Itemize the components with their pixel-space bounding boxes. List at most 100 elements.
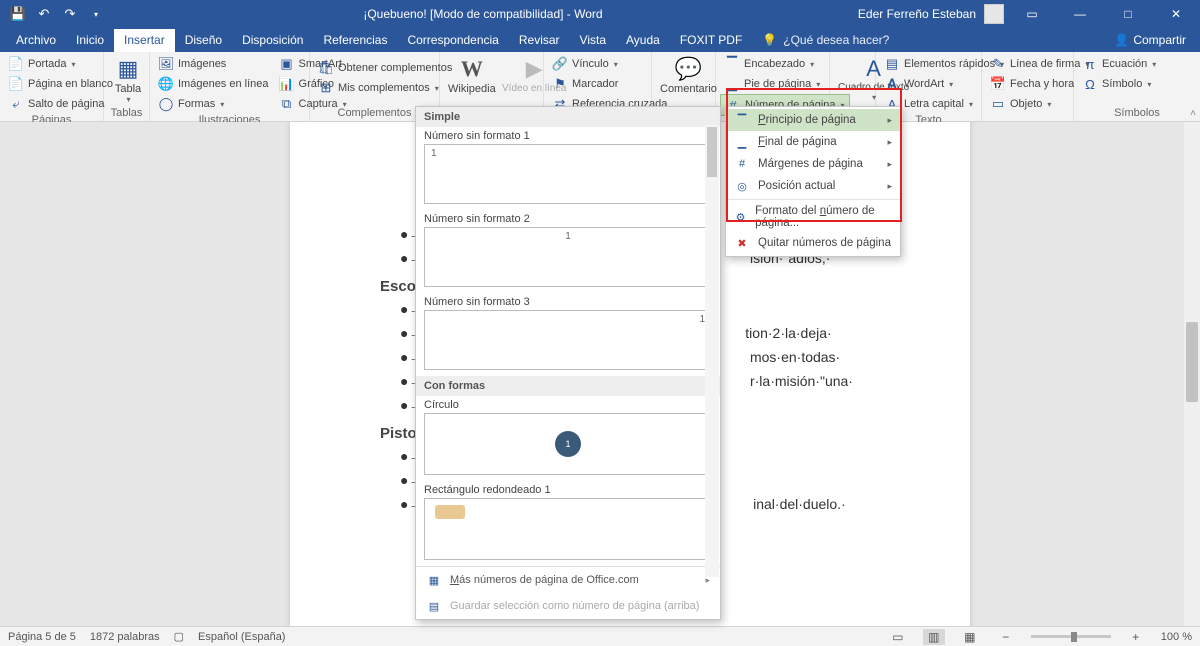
tab-inicio[interactable]: Inicio	[66, 29, 114, 52]
share-button[interactable]: 👤Compartir	[1100, 29, 1200, 52]
shapes-label: Formas	[178, 98, 215, 110]
gallery-item-roundrect[interactable]: Rectángulo redondeado 1	[416, 481, 720, 566]
gallery-item-plain2[interactable]: Número sin formato 2 1	[416, 210, 720, 293]
share-label: Compartir	[1133, 33, 1186, 47]
tell-me-label: ¿Qué desea hacer?	[783, 33, 889, 47]
symbol-label: Símbolo	[1102, 78, 1142, 90]
tabla-label: Tabla	[115, 83, 141, 95]
minimize-icon[interactable]: —	[1060, 0, 1100, 28]
tab-foxit[interactable]: FOXIT PDF	[670, 29, 752, 52]
zoom-in-icon[interactable]: +	[1125, 629, 1147, 645]
zoom-slider-knob[interactable]	[1071, 632, 1077, 642]
smartart-icon: ▣	[279, 56, 295, 72]
top-page-icon: ▔	[734, 112, 750, 128]
vertical-scrollbar[interactable]	[1184, 122, 1200, 626]
spellcheck-icon[interactable]: ▢	[174, 630, 184, 643]
wikipedia-label: Wikipedia	[448, 83, 496, 95]
circle-preview-icon: 1	[555, 431, 581, 457]
redo-icon[interactable]: ↷	[58, 2, 82, 26]
undo-icon[interactable]: ↶	[32, 2, 56, 26]
status-language[interactable]: Español (España)	[198, 631, 285, 643]
tab-revisar[interactable]: Revisar	[509, 29, 570, 52]
collapse-ribbon-icon[interactable]: ˄	[1190, 108, 1196, 119]
pictures-icon: 🖼	[158, 56, 174, 72]
equation-label: Ecuación	[1102, 58, 1147, 70]
submenu-remove-numbers[interactable]: ✖Quitar números de página	[726, 232, 900, 254]
more-from-office-button[interactable]: ▦Más números de página de Office.com▸	[416, 567, 720, 593]
gallery-item-plain3[interactable]: Número sin formato 3 1	[416, 293, 720, 376]
page-break-button[interactable]: ⤶ Salto de página	[4, 94, 117, 114]
close-icon[interactable]: ✕	[1156, 0, 1196, 28]
user-avatar-icon[interactable]	[984, 4, 1004, 24]
status-words[interactable]: 1872 palabras	[90, 631, 160, 643]
format-number-icon: ⚙	[734, 209, 747, 225]
gallery-scroll-thumb[interactable]	[707, 127, 717, 177]
online-pictures-button[interactable]: 🌐Imágenes en línea	[154, 74, 273, 94]
group-ilustraciones: 🖼Imágenes 🌐Imágenes en línea ◯Formas▾ ▣S…	[150, 52, 310, 121]
equation-button[interactable]: πEcuación▾	[1078, 54, 1160, 74]
imagenes-button[interactable]: 🖼Imágenes	[154, 54, 273, 74]
tab-vista[interactable]: Vista	[570, 29, 616, 52]
get-addins-button[interactable]: 🛍Obtener complementos	[314, 58, 456, 78]
zoom-out-icon[interactable]: −	[995, 629, 1017, 645]
tab-referencias[interactable]: Referencias	[313, 29, 397, 52]
link-label: Vínculo	[572, 58, 609, 70]
tab-correspondencia[interactable]: Correspondencia	[397, 29, 508, 52]
tabla-button[interactable]: ▦Tabla▾	[108, 54, 148, 107]
addins-icon: ⊞	[318, 80, 334, 96]
print-layout-icon[interactable]: ▥	[923, 629, 945, 645]
symbol-button[interactable]: ΩSímbolo▾	[1078, 74, 1160, 94]
page-break-icon: ⤶	[8, 96, 24, 112]
submenu-format-number[interactable]: ⚙Formato del número de página...	[726, 202, 900, 232]
gallery-item-plain1[interactable]: Número sin formato 1 1	[416, 127, 720, 210]
group-simbolos: πEcuación▾ ΩSímbolo▾ Símbolos	[1074, 52, 1200, 121]
comment-label: Comentario	[660, 83, 717, 95]
bookmark-label: Marcador	[572, 78, 618, 90]
gallery-header-simple: Simple	[416, 107, 720, 127]
save-icon[interactable]: 💾	[6, 2, 30, 26]
page-break-label: Salto de página	[28, 98, 104, 110]
tell-me[interactable]: 💡 ¿Qué desea hacer?	[752, 33, 899, 52]
doc-text: mos·en·todas·	[750, 349, 840, 365]
submenu-page-margins[interactable]: #Márgenes de página▸	[726, 153, 900, 175]
zoom-slider[interactable]	[1031, 635, 1111, 638]
ribbon-tabs: Archivo Inicio Insertar Diseño Disposici…	[0, 28, 1200, 52]
object-icon: ▭	[990, 96, 1006, 112]
status-page[interactable]: Página 5 de 5	[8, 631, 76, 643]
footer-label: Pie de página	[744, 78, 811, 90]
save-selection-label: Guardar selección como número de página …	[450, 600, 699, 612]
submenu-top-of-page[interactable]: ▔Principio de página▸	[726, 109, 900, 131]
tab-disposicion[interactable]: Disposición	[232, 29, 313, 52]
qat-customize-icon[interactable]: ▾	[84, 2, 108, 26]
shapes-button[interactable]: ◯Formas▾	[154, 94, 273, 114]
blank-page-button[interactable]: 📄Página en blanco	[4, 74, 117, 94]
tab-archivo[interactable]: Archivo	[6, 29, 66, 52]
gallery-scrollbar[interactable]	[705, 125, 719, 577]
bookmark-icon: ⚑	[552, 76, 568, 92]
comment-button[interactable]: 💬Comentario	[656, 54, 721, 97]
tab-ayuda[interactable]: Ayuda	[616, 29, 670, 52]
scrollbar-thumb[interactable]	[1186, 322, 1198, 402]
tab-diseno[interactable]: Diseño	[175, 29, 232, 52]
user-name[interactable]: Eder Ferreño Esteban	[858, 7, 976, 21]
gallery-item-title: Círculo	[424, 399, 712, 413]
margins-icon: #	[734, 156, 750, 172]
bulb-icon: 💡	[762, 33, 777, 47]
submenu-bottom-of-page[interactable]: ▁Final de página▸	[726, 131, 900, 153]
zoom-level[interactable]: 100 %	[1161, 631, 1192, 643]
maximize-icon[interactable]: □	[1108, 0, 1148, 28]
read-mode-icon[interactable]: ▭	[887, 629, 909, 645]
screenshot-icon: ⧉	[279, 96, 295, 112]
submenu-current-position[interactable]: ◎Posición actual▸	[726, 175, 900, 197]
web-layout-icon[interactable]: ▦	[959, 629, 981, 645]
submenu-remove-label: Quitar números de página	[758, 237, 891, 249]
my-addins-button[interactable]: ⊞Mis complementos▾	[314, 78, 456, 98]
wikipedia-button[interactable]: WWikipedia	[444, 54, 500, 97]
ribbon-display-options-icon[interactable]: ▭	[1012, 0, 1052, 28]
portada-button[interactable]: 📄Portada▾	[4, 54, 117, 74]
gallery-item-circle[interactable]: Círculo 1	[416, 396, 720, 481]
group-simbolos-label: Símbolos	[1074, 107, 1200, 121]
position-icon: ◎	[734, 178, 750, 194]
date-icon: 📅	[990, 76, 1006, 92]
tab-insertar[interactable]: Insertar	[114, 29, 175, 52]
